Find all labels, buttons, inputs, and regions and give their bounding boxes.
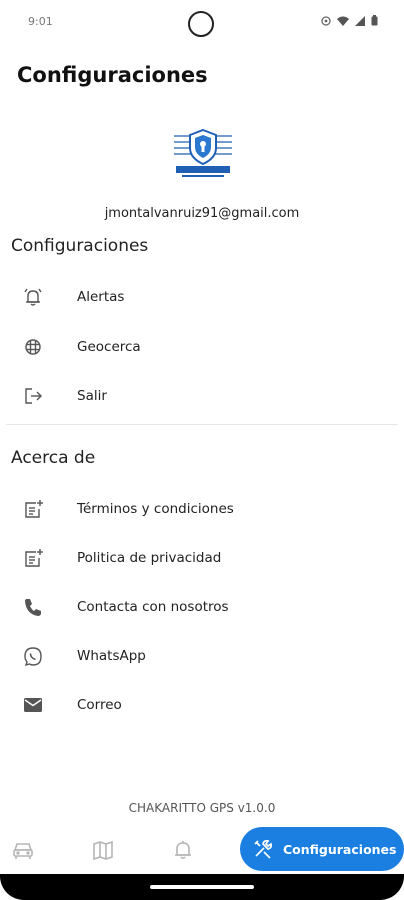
menu-label: Alertas xyxy=(77,289,125,305)
document-add-icon xyxy=(22,547,44,569)
section-divider xyxy=(6,424,398,425)
grid-globe-icon xyxy=(22,336,44,358)
section-about-title: Acerca de xyxy=(11,448,96,468)
tools-icon xyxy=(254,839,273,859)
menu-item-alertas[interactable]: Alertas xyxy=(0,275,404,319)
car-icon[interactable] xyxy=(11,839,35,861)
status-bar: 9:01 xyxy=(0,0,404,46)
nav-tab-configuraciones[interactable]: Configuraciones xyxy=(240,827,404,871)
nav-tab-label: Configuraciones xyxy=(283,841,397,857)
bell-icon[interactable] xyxy=(171,839,195,861)
menu-item-salir[interactable]: Salir xyxy=(0,374,404,418)
app-version: CHAKARITTO GPS v1.0.0 xyxy=(128,801,276,815)
menu-item-correo[interactable]: Correo xyxy=(0,683,404,727)
menu-label: Salir xyxy=(77,388,107,404)
signal-icon xyxy=(355,15,365,26)
camera-cutout xyxy=(188,11,214,37)
menu-item-whatsapp[interactable]: WhatsApp xyxy=(0,634,404,678)
gesture-navigation-bar xyxy=(0,874,404,900)
menu-label: Contacta con nosotros xyxy=(77,599,229,615)
menu-label: Politica de privacidad xyxy=(77,550,222,566)
menu-item-privacidad[interactable]: Politica de privacidad xyxy=(0,536,404,580)
security-logo xyxy=(174,128,232,177)
wifi-icon xyxy=(337,16,349,26)
document-add-icon xyxy=(22,498,44,520)
status-time: 9:01 xyxy=(28,15,53,28)
status-icons xyxy=(321,15,378,26)
menu-label: Correo xyxy=(77,697,122,713)
location-icon xyxy=(321,15,331,26)
alarm-bell-icon xyxy=(22,286,44,308)
mail-icon xyxy=(22,694,44,716)
menu-label: WhatsApp xyxy=(77,648,146,664)
menu-item-contacto[interactable]: Contacta con nosotros xyxy=(0,585,404,629)
phone-icon xyxy=(22,596,44,618)
account-email: jmontalvanruiz91@gmail.com xyxy=(104,206,300,221)
menu-item-terminos[interactable]: Términos y condiciones xyxy=(0,487,404,531)
home-indicator[interactable] xyxy=(150,885,254,889)
menu-item-geocerca[interactable]: Geocerca xyxy=(0,325,404,369)
logout-icon xyxy=(22,385,44,407)
menu-label: Términos y condiciones xyxy=(77,501,234,517)
battery-icon xyxy=(371,15,378,26)
page-title: Configuraciones xyxy=(17,63,208,87)
whatsapp-icon xyxy=(22,645,44,667)
menu-label: Geocerca xyxy=(77,339,141,355)
section-settings-title: Configuraciones xyxy=(11,236,149,256)
map-icon[interactable] xyxy=(91,839,115,861)
